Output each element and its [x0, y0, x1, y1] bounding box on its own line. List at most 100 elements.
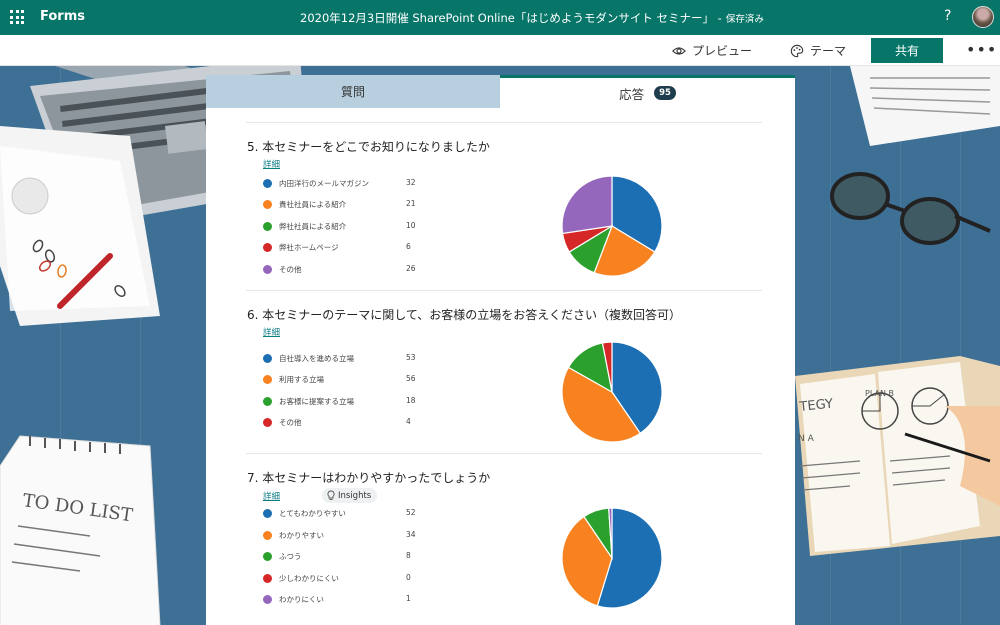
notebook-illustration: TEGY PLAN B N A: [795, 356, 1000, 556]
legend-count: 6: [406, 242, 411, 251]
legend-label: 少しわかりにくい: [279, 574, 339, 583]
svg-text:N A: N A: [798, 434, 815, 444]
form-tabs: 質問 応答 95: [206, 75, 795, 108]
legend-label: わかりにくい: [279, 595, 324, 604]
legend-count: 56: [406, 374, 416, 383]
save-status: 保存済み: [725, 14, 764, 25]
details-link[interactable]: 詳細: [263, 158, 280, 170]
legend-swatch: [263, 509, 272, 518]
glasses-illustration: [830, 172, 991, 245]
legend-count: 21: [406, 199, 416, 208]
legend-item: ふつう 8: [263, 551, 423, 563]
palette-icon: [790, 44, 804, 57]
theme-label: テーマ: [810, 44, 847, 58]
legend-label: とてもわかりやすい: [279, 509, 346, 518]
divider: [246, 290, 762, 291]
legend-swatch: [263, 243, 272, 252]
legend-item: 弊社社員による紹介 10: [263, 221, 423, 233]
pie-slice-4: [561, 175, 613, 235]
legend-swatch: [263, 179, 272, 188]
user-avatar[interactable]: [972, 6, 994, 28]
legend-item: わかりやすい 34: [263, 530, 423, 542]
legend-item: とてもわかりやすい 52: [263, 508, 423, 520]
legend-swatch: [263, 222, 272, 231]
tab-responses[interactable]: 応答 95: [500, 75, 795, 108]
pie-chart: [561, 175, 663, 277]
question-title: 7. 本セミナーはわかりやすかったでしょうか: [247, 471, 491, 485]
pie-chart: [561, 507, 663, 609]
legend-count: 8: [406, 551, 411, 560]
app-launcher-icon[interactable]: [10, 10, 24, 24]
legend-label: 貴社社員による紹介: [279, 200, 347, 209]
legend-count: 0: [406, 573, 411, 582]
legend-item: 内田洋行のメールマガジン 32: [263, 178, 423, 190]
command-bar: プレビュー テーマ 共有 •••: [0, 35, 1000, 66]
legend-item: 自社導入を進める立場 53: [263, 353, 423, 365]
details-link[interactable]: 詳細: [263, 326, 280, 338]
legend-item: その他 4: [263, 417, 423, 429]
legend-swatch: [263, 574, 272, 583]
legend-swatch: [263, 375, 272, 384]
lightbulb-icon: [327, 490, 335, 500]
divider: [246, 453, 762, 454]
legend-label: 弊社ホームページ: [279, 243, 339, 252]
details-link[interactable]: 詳細: [263, 490, 280, 502]
document-title-text: 2020年12月3日開催 SharePoint Online「はじめようモダンサ…: [300, 11, 722, 25]
legend-label: その他: [279, 265, 302, 274]
insights-label: Insights: [338, 490, 372, 501]
legend-item: 少しわかりにくい 0: [263, 573, 423, 585]
question-5-summary: 5. 本セミナーをどこでお知りになりましたか 詳細 内田洋行のメールマガジン 32…: [246, 138, 762, 278]
legend-label: 弊社社員による紹介: [279, 222, 347, 231]
legend-swatch: [263, 354, 272, 363]
tab-responses-label: 応答: [619, 86, 645, 102]
legend-count: 34: [406, 530, 416, 539]
legend-count: 10: [406, 221, 416, 230]
question-6-summary: 6. 本セミナーのテーマに関して、お客様の立場をお答えください（複数回答可） 詳…: [246, 306, 762, 446]
legend-item: 貴社社員による紹介 21: [263, 199, 423, 211]
more-options-icon[interactable]: •••: [966, 40, 997, 59]
theme-button[interactable]: テーマ: [790, 35, 846, 66]
legend-label: その他: [279, 418, 302, 427]
preview-button[interactable]: プレビュー: [672, 35, 752, 66]
question-title: 6. 本セミナーのテーマに関して、お客様の立場をお答えください（複数回答可）: [247, 308, 681, 322]
legend-count: 52: [406, 508, 416, 517]
legend-item: 利用する立場 56: [263, 374, 423, 386]
legend-swatch: [263, 531, 272, 540]
question-7-summary: 7. 本セミナーはわかりやすかったでしょうか 詳細 Insights とてもわか…: [246, 469, 762, 619]
legend-label: お客様に提案する立場: [279, 397, 354, 406]
todo-notepad-illustration: TO DO LIST: [0, 435, 161, 625]
response-count-badge: 95: [654, 86, 676, 100]
legend-item: その他 26: [263, 264, 423, 276]
preview-label: プレビュー: [692, 44, 753, 58]
app-name[interactable]: Forms: [40, 9, 85, 24]
question-title: 5. 本セミナーをどこでお知りになりましたか: [247, 140, 490, 154]
legend-label: 自社導入を進める立場: [279, 354, 354, 363]
legend-swatch: [263, 200, 272, 209]
legend-count: 18: [406, 396, 416, 405]
legend-item: わかりにくい 1: [263, 594, 423, 606]
legend-label: 内田洋行のメールマガジン: [279, 179, 369, 188]
legend-count: 1: [406, 594, 411, 603]
legend-count: 26: [406, 264, 416, 273]
help-icon[interactable]: ?: [944, 8, 951, 24]
legend-swatch: [263, 552, 272, 561]
tab-questions[interactable]: 質問: [206, 75, 500, 108]
legend-count: 53: [406, 353, 416, 362]
responses-card: 5. 本セミナーをどこでお知りになりましたか 詳細 内田洋行のメールマガジン 32…: [206, 108, 795, 625]
legend-swatch: [263, 595, 272, 604]
insights-button[interactable]: Insights: [322, 488, 378, 503]
legend-label: 利用する立場: [279, 375, 324, 384]
pie-chart: [561, 341, 663, 443]
legend-swatch: [263, 397, 272, 406]
share-button[interactable]: 共有: [871, 38, 943, 63]
legend-count: 32: [406, 178, 416, 187]
divider: [246, 122, 762, 123]
eye-icon: [672, 46, 686, 55]
legend-swatch: [263, 265, 272, 274]
legend-label: ふつう: [279, 552, 302, 561]
legend-item: 弊社ホームページ 6: [263, 242, 423, 254]
legend-swatch: [263, 418, 272, 427]
document-title: 2020年12月3日開催 SharePoint Online「はじめようモダンサ…: [300, 10, 764, 26]
legend-label: わかりやすい: [279, 531, 324, 540]
legend-count: 4: [406, 417, 411, 426]
